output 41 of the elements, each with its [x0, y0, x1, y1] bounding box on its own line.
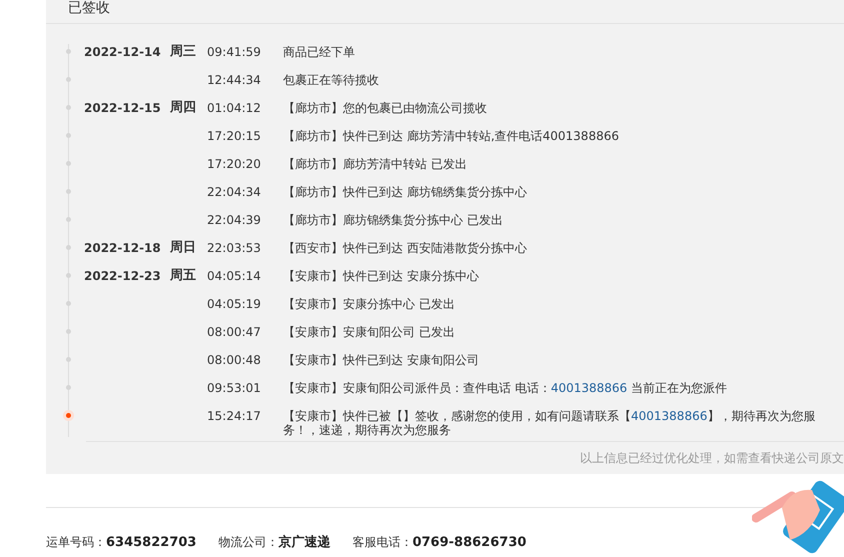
event-weekday: 周四	[170, 100, 197, 116]
event-time: 17:20:15	[207, 128, 262, 144]
event-time: 12:44:34	[207, 72, 262, 88]
event-message: 【廊坊市】您的包裹已由物流公司揽收	[283, 100, 488, 115]
event-message: 包裹正在等待揽收	[283, 72, 380, 87]
info-field: 物流公司：京广速递	[218, 533, 330, 551]
event-message: 【安康市】安康分拣中心 已发出	[283, 296, 456, 311]
event-time: 08:00:48	[207, 352, 262, 368]
event-time: 22:04:39	[207, 212, 262, 228]
event-time: 22:03:53	[207, 240, 262, 256]
status-title: 已签收	[68, 0, 110, 16]
event-time: 15:24:17	[207, 408, 262, 424]
event-time: 09:53:01	[207, 380, 262, 396]
info-field: 客服电话：0769-88626730	[352, 534, 526, 550]
info-field: 运单号码：6345822703	[46, 534, 196, 550]
event-time: 22:04:34	[207, 184, 262, 200]
event-message: 【安康市】快件已到达 安康旬阳公司	[283, 352, 480, 367]
event-message: 【西安市】快件已到达 西安陆港散货分拣中心	[283, 240, 528, 255]
event-time: 08:00:47	[207, 324, 262, 340]
event-weekday: 周日	[170, 240, 197, 256]
event-message: 【安康市】安康旬阳公司派件员：查件电话 电话：4001388866 当前正在为您派件	[283, 380, 728, 395]
optimization-note: 以上信息已经过优化处理，如需查看快递公司原文	[580, 450, 844, 467]
event-message: 【廊坊市】快件已到达 廊坊芳清中转站,查件电话4001388866	[283, 128, 620, 143]
event-message: 【安康市】快件已到达 安康分拣中心	[283, 268, 480, 283]
event-time: 17:20:20	[207, 156, 262, 172]
event-message: 【安康市】安康旬阳公司 已发出	[283, 324, 456, 339]
event-message: 【廊坊市】廊坊锦绣集货分拣中心 已发出	[283, 212, 504, 227]
event-time: 01:04:12	[207, 100, 262, 116]
event-message: 【廊坊市】廊坊芳清中转站 已发出	[283, 156, 468, 171]
event-time: 04:05:19	[207, 296, 262, 312]
event-date: 2022-12-15	[84, 100, 162, 116]
event-time: 04:05:14	[207, 268, 262, 284]
event-time: 09:41:59	[207, 44, 262, 60]
event-weekday: 周三	[170, 44, 197, 60]
event-message: 【廊坊市】快件已到达 廊坊锦绣集货分拣中心	[283, 184, 528, 199]
event-message: 【安康市】快件已被【】签收，感谢您的使用，如有问题请联系【4001388866】，期待再次为您服务！，速递，期待再次为您服务	[283, 408, 816, 437]
event-weekday: 周五	[170, 268, 197, 284]
event-date: 2022-12-18	[84, 240, 162, 256]
event-date: 2022-12-14	[84, 44, 162, 60]
event-message: 商品已经下单	[283, 44, 356, 59]
event-date: 2022-12-23	[84, 268, 162, 284]
